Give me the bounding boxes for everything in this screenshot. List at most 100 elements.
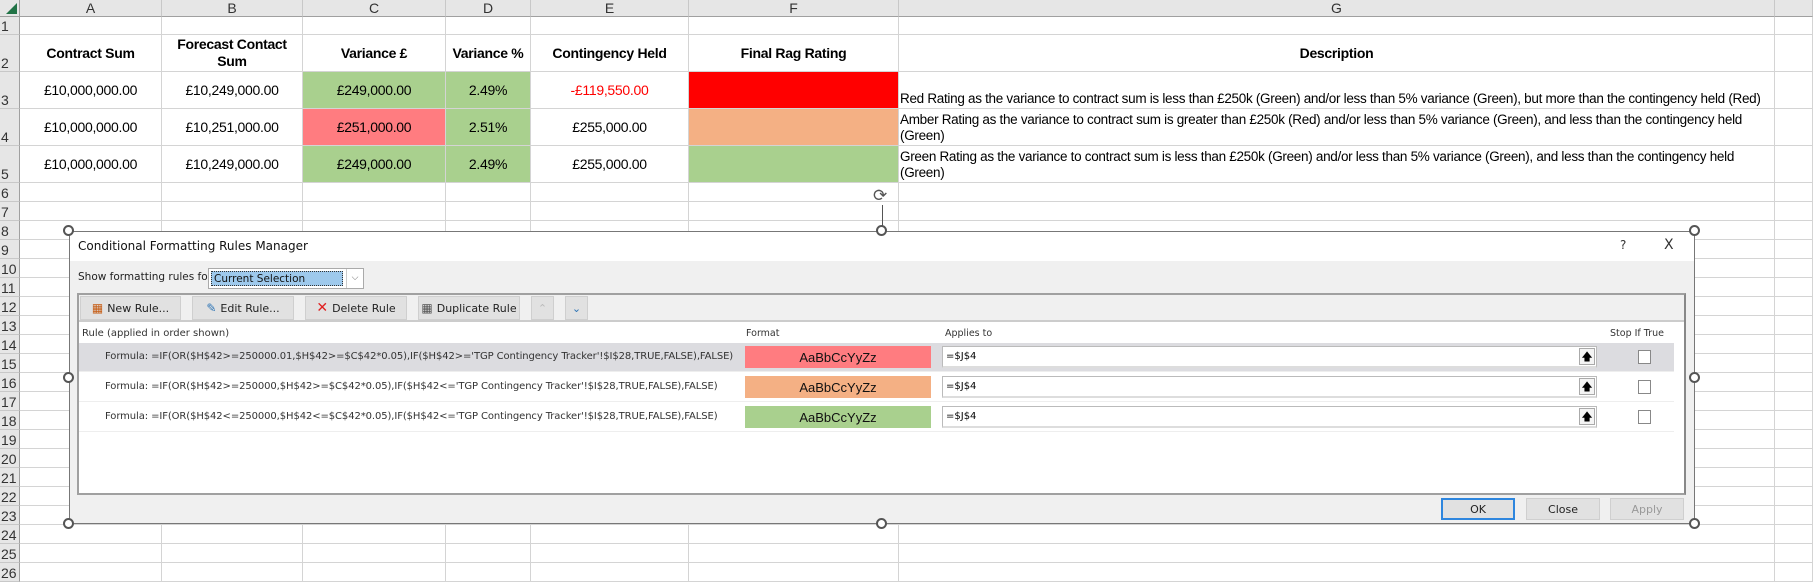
- empty-cell[interactable]: [689, 183, 899, 202]
- column-header-c[interactable]: C: [303, 0, 446, 17]
- empty-cell[interactable]: [1775, 17, 1813, 35]
- empty-cell[interactable]: [446, 17, 531, 35]
- applies-to-input[interactable]: =$J$4 🡅: [942, 346, 1597, 368]
- rotate-handle-icon[interactable]: ⟳: [873, 187, 891, 205]
- empty-cell[interactable]: [1775, 392, 1813, 411]
- empty-cell[interactable]: [689, 544, 899, 563]
- row-header-11[interactable]: 11: [0, 278, 20, 297]
- resize-handle-bottom-right[interactable]: [1689, 518, 1700, 529]
- empty-cell[interactable]: [303, 183, 446, 202]
- row-header-24[interactable]: 24: [0, 525, 20, 544]
- empty-cell[interactable]: [1775, 259, 1813, 278]
- rule-row[interactable]: Formula: =IF(OR($H$42>=250000.01,$H$42>=…: [79, 343, 1674, 372]
- stop-if-true-checkbox[interactable]: [1638, 380, 1651, 394]
- empty-cell[interactable]: [162, 17, 303, 35]
- row-header-2[interactable]: 2: [0, 35, 20, 72]
- contingency-held-cell[interactable]: -£119,550.00: [531, 72, 689, 109]
- row-header-16[interactable]: 16: [0, 373, 20, 392]
- column-header-f[interactable]: F: [689, 0, 899, 17]
- empty-cell[interactable]: [1775, 430, 1813, 449]
- empty-cell[interactable]: [531, 525, 689, 544]
- new-rule-button[interactable]: ▦ New Rule...: [80, 296, 181, 320]
- help-button[interactable]: ?: [1620, 238, 1626, 252]
- contract-sum-cell[interactable]: £10,000,000.00: [20, 72, 162, 109]
- description-cell[interactable]: Amber Rating as the variance to contract…: [899, 109, 1775, 146]
- variance-percent-cell[interactable]: 2.49%: [446, 72, 531, 109]
- variance-percent-cell[interactable]: 2.51%: [446, 109, 531, 146]
- row-header-15[interactable]: 15: [0, 354, 20, 373]
- close-button[interactable]: Close: [1526, 498, 1600, 520]
- collapse-range-icon[interactable]: 🡅: [1579, 408, 1595, 425]
- empty-cell[interactable]: [446, 544, 531, 563]
- select-all-corner[interactable]: [0, 0, 20, 17]
- duplicate-rule-button[interactable]: ▦ Duplicate Rule: [418, 296, 520, 320]
- empty-cell[interactable]: [20, 544, 162, 563]
- empty-cell[interactable]: [531, 202, 689, 221]
- row-header-20[interactable]: 20: [0, 449, 20, 468]
- show-rules-dropdown[interactable]: Current Selection ⌵: [208, 268, 364, 289]
- contract-sum-cell[interactable]: £10,000,000.00: [20, 146, 162, 183]
- empty-cell[interactable]: [162, 183, 303, 202]
- resize-handle-top-right[interactable]: [1689, 225, 1700, 236]
- row-header-13[interactable]: 13: [0, 316, 20, 335]
- empty-cell[interactable]: [1775, 563, 1813, 582]
- empty-cell[interactable]: [1775, 278, 1813, 297]
- row-header-25[interactable]: 25: [0, 544, 20, 563]
- column-header-e[interactable]: E: [531, 0, 689, 17]
- collapse-range-icon[interactable]: 🡅: [1579, 348, 1595, 365]
- empty-cell[interactable]: [162, 525, 303, 544]
- column-header-b[interactable]: B: [162, 0, 303, 17]
- row-header-6[interactable]: 6: [0, 183, 20, 202]
- move-up-button[interactable]: ⌃: [531, 296, 554, 320]
- resize-handle-top-left[interactable]: [63, 225, 74, 236]
- column-header-h[interactable]: [1775, 0, 1813, 17]
- column-header-d[interactable]: D: [446, 0, 531, 17]
- empty-cell[interactable]: [899, 563, 1775, 582]
- empty-cell[interactable]: [20, 17, 162, 35]
- collapse-range-icon[interactable]: 🡅: [1579, 378, 1595, 395]
- empty-cell[interactable]: [1775, 487, 1813, 506]
- empty-cell[interactable]: [899, 183, 1775, 202]
- empty-cell[interactable]: [689, 202, 899, 221]
- header-c[interactable]: Variance £: [303, 35, 446, 72]
- empty-cell[interactable]: [689, 525, 899, 544]
- description-cell[interactable]: Red Rating as the variance to contract s…: [899, 72, 1775, 109]
- empty-cell[interactable]: [899, 202, 1775, 221]
- row-header-7[interactable]: 7: [0, 202, 20, 221]
- empty-cell[interactable]: [1775, 354, 1813, 373]
- description-cell[interactable]: Green Rating as the variance to contract…: [899, 146, 1775, 183]
- apply-button[interactable]: Apply: [1610, 498, 1684, 520]
- close-icon[interactable]: X: [1664, 237, 1674, 253]
- empty-cell[interactable]: [1775, 221, 1813, 240]
- row-header-21[interactable]: 21: [0, 468, 20, 487]
- row-header-14[interactable]: 14: [0, 335, 20, 354]
- empty-cell[interactable]: [1775, 202, 1813, 221]
- resize-handle-middle-right[interactable]: [1689, 372, 1700, 383]
- applies-to-input[interactable]: =$J$4 🡅: [942, 406, 1597, 428]
- contingency-held-cell[interactable]: £255,000.00: [531, 109, 689, 146]
- empty-cell[interactable]: [531, 544, 689, 563]
- empty-cell[interactable]: [689, 563, 899, 582]
- rule-row[interactable]: Formula: =IF(OR($H$42>=250000,$H$42>=$C$…: [79, 373, 1674, 402]
- row-header-3[interactable]: 3: [0, 72, 20, 109]
- empty-cell[interactable]: [303, 525, 446, 544]
- resize-handle-top-middle[interactable]: [876, 225, 887, 236]
- empty-cell[interactable]: [531, 17, 689, 35]
- edit-rule-button[interactable]: ✎ Edit Rule...: [192, 296, 294, 320]
- empty-cell[interactable]: [303, 563, 446, 582]
- row-header-10[interactable]: 10: [0, 259, 20, 278]
- row-header-18[interactable]: 18: [0, 411, 20, 430]
- forecast-sum-cell[interactable]: £10,251,000.00: [162, 109, 303, 146]
- resize-handle-bottom-middle[interactable]: [876, 518, 887, 529]
- empty-cell[interactable]: [531, 183, 689, 202]
- empty-cell[interactable]: [899, 525, 1775, 544]
- rag-rating-cell[interactable]: [689, 146, 899, 183]
- header-d[interactable]: Variance %: [446, 35, 531, 72]
- row-header-23[interactable]: 23: [0, 506, 20, 525]
- row-header-8[interactable]: 8: [0, 221, 20, 240]
- row-header-22[interactable]: 22: [0, 487, 20, 506]
- empty-cell[interactable]: [1775, 506, 1813, 525]
- empty-cell[interactable]: [689, 17, 899, 35]
- variance-amount-cell[interactable]: £249,000.00: [303, 146, 446, 183]
- empty-cell[interactable]: [1775, 297, 1813, 316]
